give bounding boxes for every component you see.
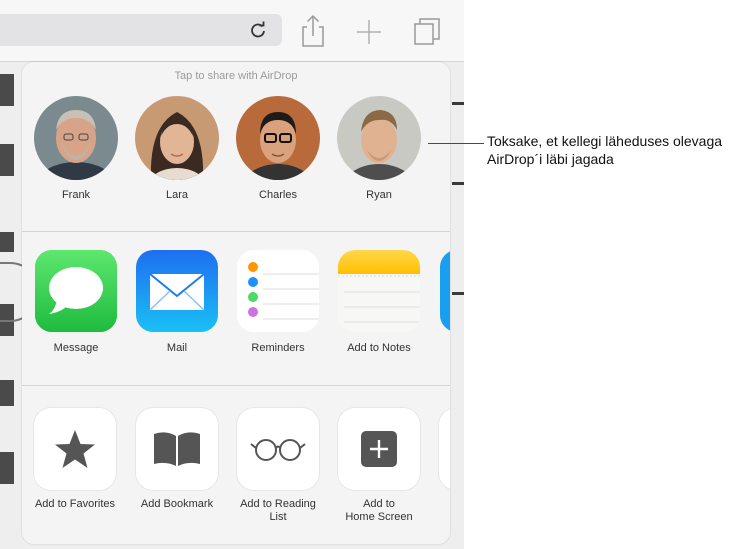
page-fragment — [0, 232, 14, 252]
share-app-message[interactable]: Message — [33, 250, 119, 355]
app-icon[interactable] — [440, 250, 450, 332]
app-label: Add to Notes — [347, 342, 411, 354]
plus-square-icon[interactable] — [338, 408, 420, 490]
app-label: Reminders — [251, 342, 305, 354]
page-fragment — [452, 292, 464, 295]
share-icon[interactable] — [296, 14, 330, 48]
action-label: Add Bookmark — [140, 498, 214, 510]
safari-toolbar — [0, 0, 464, 62]
tabs-overview-icon[interactable] — [410, 14, 444, 48]
person-name: Charles — [259, 189, 297, 201]
action-add-to-reading-list[interactable]: Add to Reading List — [228, 408, 328, 524]
reload-icon[interactable] — [248, 20, 268, 40]
mail-icon[interactable] — [136, 250, 218, 332]
airdrop-title: Tap to share with AirDrop — [174, 70, 298, 82]
book-icon[interactable] — [136, 408, 218, 490]
action-label: Add to Reading List — [240, 498, 316, 523]
glasses-icon[interactable] — [237, 408, 319, 490]
address-bar[interactable] — [0, 14, 282, 46]
new-tab-plus-icon[interactable] — [352, 14, 386, 48]
action-label: Add to Favorites — [34, 498, 116, 510]
airdrop-person-ryan[interactable]: Ryan — [335, 96, 423, 202]
action-add-to-favorites[interactable]: Add to Favorites — [25, 408, 125, 511]
action-icon[interactable] — [439, 408, 450, 490]
notes-icon[interactable] — [338, 250, 420, 332]
page-fragment — [0, 74, 14, 106]
avatar[interactable] — [34, 96, 118, 180]
action-add-to-home-screen[interactable]: Add to Home Screen — [329, 408, 429, 524]
share-sheet: Tap to share with AirDrop Frank Lara Cha… — [22, 62, 450, 544]
share-app-partial[interactable] — [438, 250, 450, 332]
person-name: Frank — [61, 189, 91, 201]
page-fragment — [0, 144, 14, 176]
page-fragment — [0, 452, 14, 484]
action-partial[interactable] — [430, 408, 450, 490]
airdrop-person-frank[interactable]: Frank — [32, 96, 120, 202]
star-icon[interactable] — [34, 408, 116, 490]
reminders-icon[interactable] — [237, 250, 319, 332]
app-label: Message — [53, 342, 99, 354]
share-app-notes[interactable]: Add to Notes — [336, 250, 422, 355]
action-label: Add to Home Screen — [345, 498, 413, 523]
person-name: Lara — [165, 189, 189, 201]
share-app-reminders[interactable]: Reminders — [235, 250, 321, 355]
action-add-bookmark[interactable]: Add Bookmark — [127, 408, 227, 511]
person-name: Ryan — [366, 189, 392, 201]
section-divider — [22, 231, 450, 232]
airdrop-person-charles[interactable]: Charles — [234, 96, 322, 202]
page-fragment — [452, 102, 464, 105]
callout-text: Toksake, et kellegi läheduses olevaga Ai… — [487, 133, 723, 167]
airdrop-person-lara[interactable]: Lara — [133, 96, 221, 202]
avatar[interactable] — [337, 96, 421, 180]
share-app-mail[interactable]: Mail — [134, 250, 220, 355]
section-divider — [22, 385, 450, 386]
callout-leader-line — [428, 143, 484, 144]
messages-icon[interactable] — [35, 250, 117, 332]
page-fragment — [452, 182, 464, 185]
page-fragment — [0, 380, 14, 406]
app-label: Mail — [166, 342, 188, 354]
avatar[interactable] — [236, 96, 320, 180]
avatar[interactable] — [135, 96, 219, 180]
